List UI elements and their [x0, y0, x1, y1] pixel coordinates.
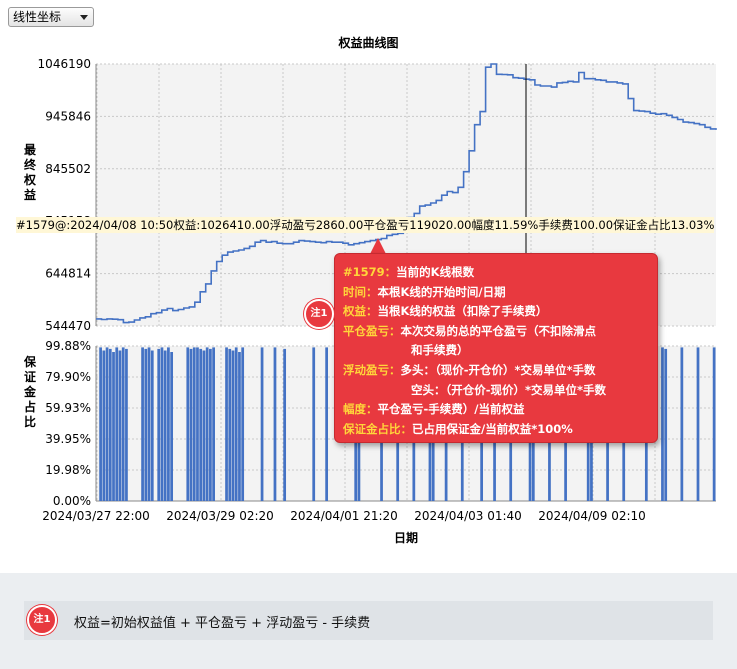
tooltip-row: 时间：本根K线的开始时间/日期	[343, 283, 649, 303]
formula-box: 注1 权益=初始权益值 + 平仓盈亏 + 浮动盈亏 - 手续费	[24, 601, 713, 640]
margin-bar	[712, 347, 716, 501]
tooltip-row-text: 本次交易的总的平仓盈亏（不扣除滑点	[400, 323, 597, 338]
tooltip-row-key: 幅度：	[343, 402, 378, 417]
bar-info-readout: #1579@:2024/04/08 10:50权益:1026410.00浮动盈亏…	[16, 217, 715, 233]
y-tick-label: 544470	[45, 319, 91, 333]
equity-y-axis-label: 最终权益	[23, 143, 36, 202]
formula-text: 权益=初始权益值 + 平仓盈亏 + 浮动盈亏 - 手续费	[74, 616, 371, 631]
margin-bar	[118, 350, 122, 501]
tooltip-row-text: 当根K线的权益（扣除了手续费）	[377, 304, 548, 319]
margin-bar	[312, 347, 316, 501]
margin-bar	[273, 347, 277, 501]
margin-bar	[325, 347, 329, 501]
tooltip-row-text: 平仓盈亏-手续费）/当前权益	[377, 402, 525, 417]
margin-bar	[105, 347, 109, 501]
margin-bar	[157, 348, 161, 501]
x-axis-label: 日期	[394, 530, 418, 545]
tooltip-row-key: 平仓盈亏：	[343, 323, 401, 338]
y-tick-label: 945846	[45, 109, 91, 123]
tooltip-row: 保证金占比：已占用保证金/当前权益*100%	[343, 420, 649, 440]
tooltip-row: #1579：当前的K线根数	[343, 263, 649, 283]
tooltip-row-text: 已占用保证金/当前权益*100%	[412, 421, 573, 436]
margin-bar	[202, 350, 206, 501]
margin-bar	[196, 347, 199, 501]
margin-bar	[121, 347, 125, 501]
x-tick-label: 2024/03/27 22:00	[42, 509, 150, 523]
tooltip-row: 和手续费）	[343, 341, 649, 361]
tooltip-row-key: 浮动盈亏：	[343, 362, 401, 377]
margin-bar	[696, 347, 700, 501]
formula-note-badge: 注1	[27, 605, 57, 635]
margin-bar	[225, 347, 228, 501]
margin-bar	[238, 352, 241, 501]
margin-bar	[125, 348, 128, 501]
y-tick-label: 19.98%	[45, 463, 91, 477]
margin-bar	[99, 347, 102, 501]
margin-bar	[186, 347, 190, 501]
legend-tooltip: #1579：当前的K线根数 时间：本根K线的开始时间/日期 权益：当根K线的权益（扣…	[334, 253, 658, 443]
tooltip-row-text: 多头：（现价-开仓价）*交易单位*手数	[400, 362, 596, 377]
tooltip-row: 浮动盈亏：多头：（现价-开仓价）*交易单位*手数	[343, 361, 649, 381]
y-tick-label: 79.90%	[45, 370, 91, 384]
x-tick-label: 2024/04/03 01:40	[414, 509, 522, 523]
y-tick-label: 644814	[45, 267, 91, 281]
tooltip-row: 权益：当根K线的权益（扣除了手续费）	[343, 302, 649, 322]
margin-bar	[150, 350, 154, 501]
margin-bar	[241, 347, 245, 501]
tooltip-row-text: 当前的K线根数	[396, 265, 475, 279]
tooltip-pointer	[370, 238, 386, 254]
margin-bar	[163, 350, 167, 501]
margin-bar	[102, 350, 106, 501]
y-tick-label: 99.88%	[45, 339, 91, 353]
margin-bar	[141, 347, 144, 501]
margin-bar	[108, 348, 112, 501]
note-badge: 注1	[304, 299, 334, 329]
y-tick-label: 39.95%	[45, 432, 91, 446]
margin-bar	[283, 348, 287, 501]
margin-bar	[205, 347, 209, 501]
y-tick-label: 1046190	[38, 57, 91, 71]
margin-bar	[664, 348, 668, 501]
margin-bar	[209, 348, 212, 501]
tooltip-row-text: 本根K线的开始时间/日期	[377, 284, 506, 299]
tooltip-row: 幅度：平仓盈亏-手续费）/当前权益	[343, 400, 649, 420]
margin-bar	[167, 347, 170, 501]
margin-y-axis-label: 保证金占比	[23, 355, 36, 429]
margin-bar	[260, 347, 264, 501]
margin-bar	[234, 347, 238, 501]
y-tick-label: 59.93%	[45, 401, 91, 415]
margin-bar	[189, 348, 193, 501]
tooltip-row: 平仓盈亏：本次交易的总的平仓盈亏（不扣除滑点	[343, 322, 649, 342]
margin-bar	[192, 347, 196, 501]
x-tick-label: 2024/04/09 02:10	[538, 509, 646, 523]
x-tick-label: 2024/03/29 02:20	[166, 509, 274, 523]
margin-bar	[661, 347, 664, 501]
margin-bar	[680, 347, 684, 501]
margin-bar	[112, 352, 115, 501]
margin-bar	[212, 347, 215, 501]
margin-bar	[199, 348, 203, 501]
tooltip-row-text: 和手续费）	[411, 343, 469, 358]
x-tick-label: 2024/04/01 21:20	[290, 509, 398, 523]
margin-bar	[228, 348, 232, 501]
tooltip-row-key: 保证金占比：	[343, 421, 412, 436]
tooltip-row: 空头：（开仓价-现价）*交易单位*手数	[343, 381, 649, 401]
margin-bar	[231, 350, 235, 501]
margin-bar	[144, 348, 148, 501]
margin-bar	[115, 347, 119, 501]
tooltip-row-key: #1579：	[343, 265, 397, 279]
y-tick-label: 0.00%	[53, 494, 91, 508]
margin-bar	[170, 352, 174, 501]
margin-bar	[160, 347, 164, 501]
tooltip-row-text: 空头：（开仓价-现价）*交易单位*手数	[411, 382, 607, 397]
tooltip-row-key: 时间：	[343, 284, 378, 299]
tooltip-row-key: 权益：	[343, 304, 378, 319]
y-tick-label: 845502	[45, 162, 91, 176]
margin-bar	[147, 347, 151, 501]
